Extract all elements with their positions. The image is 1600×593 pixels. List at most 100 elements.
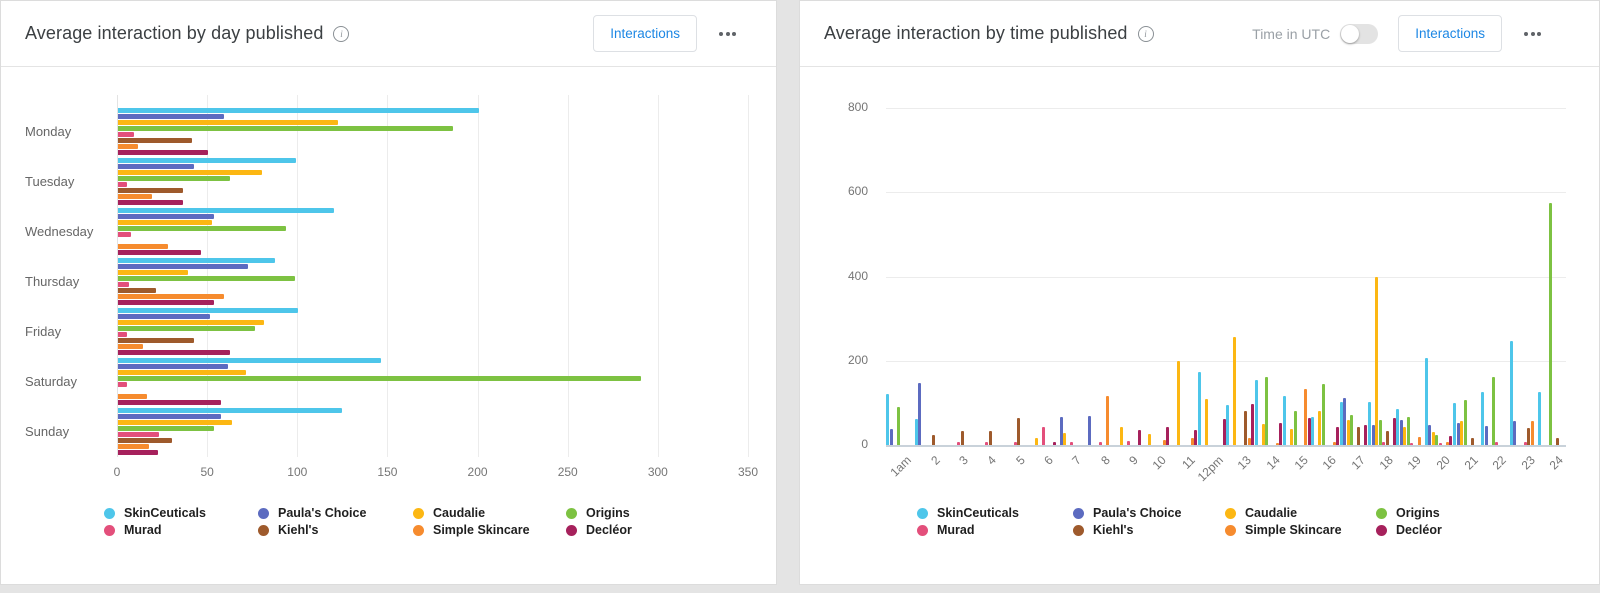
bar-origins [1406,416,1410,445]
bar-skinceuticals [118,358,382,363]
bar-origins [118,126,454,131]
bar-origins [1548,202,1552,445]
bar-murad [1098,442,1102,445]
bar-kiehl-s [1244,411,1247,445]
legend-item-decl-or[interactable]: Decléor [1376,522,1442,538]
bar-caudalie [1431,431,1435,445]
legend-item-skinceuticals[interactable]: SkinCeuticals [104,505,206,521]
bar-decl-or [1052,442,1056,445]
legend-swatch-icon [104,507,115,519]
bar-murad [118,432,160,437]
legend-item-simple-skincare[interactable]: Simple Skincare [413,522,530,538]
bar-paula-s-choice [118,264,248,269]
panel-time-published: Average interaction by time published i … [799,0,1600,585]
bar-simple-skincare [1445,441,1449,445]
bar-kiehl-s [960,430,964,445]
more-options-icon[interactable] [1522,28,1543,40]
bar-murad [118,132,135,137]
bar-simple-skincare [1304,388,1308,445]
bar-skinceuticals [1396,408,1400,445]
utc-toggle[interactable] [1340,23,1379,44]
bar-skinceuticals [118,158,297,163]
bar-skinceuticals [118,308,299,313]
bar-decl-or [118,150,209,155]
bar-murad [118,332,127,337]
info-icon[interactable]: i [333,25,350,42]
bar-murad [1127,440,1131,445]
bar-skinceuticals [1452,402,1456,445]
bar-decl-or [118,400,221,405]
gridline [477,95,479,457]
bar-kiehl-s [118,338,194,343]
legend-item-caudalie[interactable]: Caudalie [1225,505,1297,521]
bar-kiehl-s [1017,417,1021,445]
bar-origins [118,426,214,431]
legend-label: Caudalie [1245,506,1298,520]
legend-item-simple-skincare[interactable]: Simple Skincare [1225,522,1342,538]
bar-decl-or [1137,429,1141,445]
axis-tick-label: 200 [467,465,488,479]
bar-paula-s-choice [1428,425,1432,445]
legend-item-kiehl-s[interactable]: Kiehl's [1073,522,1134,538]
bar-simple-skincare [1105,396,1109,445]
bar-caudalie [118,220,212,225]
legend-item-paula-s-choice[interactable]: Paula's Choice [1073,505,1181,521]
bar-paula-s-choice [918,382,922,445]
gridline [657,95,659,457]
legend-item-murad[interactable]: Murad [917,522,975,538]
gridline [387,95,389,457]
bar-murad [1013,442,1017,445]
legend-item-origins[interactable]: Origins [566,505,630,521]
info-icon[interactable]: i [1137,25,1154,42]
gridline [886,445,1566,447]
axis-tick-label: 200 [847,352,868,367]
legend-swatch-icon [413,524,424,536]
legend-item-caudalie[interactable]: Caudalie [413,505,485,521]
bar-origins [1378,420,1382,445]
legend-item-paula-s-choice[interactable]: Paula's Choice [258,505,366,521]
interactions-button[interactable]: Interactions [1398,15,1502,52]
interactions-button[interactable]: Interactions [593,15,697,52]
bar-simple-skincare [118,344,144,349]
bar-simple-skincare [118,394,147,399]
axis-tick-label: 350 [737,465,759,479]
bar-caudalie [1176,360,1180,445]
panel-header: Average interaction by time published i … [800,1,1599,67]
bar-origins [1265,377,1269,445]
legend-item-decl-or[interactable]: Decléor [566,522,632,538]
bar-paula-s-choice [889,429,893,445]
bar-caudalie [118,420,232,425]
bar-paula-s-choice [118,364,228,369]
legend-item-skinceuticals[interactable]: SkinCeuticals [917,505,1019,521]
legend-label: Paula's Choice [278,506,367,520]
bar-caudalie [1375,276,1379,445]
legend-label: SkinCeuticals [937,506,1019,520]
bar-skinceuticals [118,108,479,113]
legend-swatch-icon [1376,507,1387,519]
legend-swatch-icon [1073,507,1084,519]
bar-skinceuticals [886,394,890,445]
bar-paula-s-choice [1059,416,1063,445]
legend-label: Simple Skincare [433,523,530,537]
legend-item-murad[interactable]: Murad [104,522,162,538]
bar-decl-or [118,350,230,355]
bar-murad [1382,441,1386,445]
bar-skinceuticals [118,258,275,263]
bar-decl-or [1279,422,1283,445]
bar-decl-or [1194,430,1198,445]
legend-label: Origins [586,506,630,520]
bar-simple-skincare [1275,442,1279,445]
bar-decl-or [118,200,183,205]
bar-skinceuticals [1424,357,1428,445]
legend-item-kiehl-s[interactable]: Kiehl's [258,522,319,538]
bar-paula-s-choice [1513,420,1517,445]
legend-item-origins[interactable]: Origins [1376,505,1440,521]
more-options-icon[interactable] [717,28,738,40]
legend-swatch-icon [1073,524,1084,536]
bar-murad [118,182,127,187]
bar-decl-or [1336,427,1340,445]
bar-paula-s-choice [1399,419,1403,445]
bar-kiehl-s [1527,428,1531,445]
category-label-thursday: Thursday [25,274,80,289]
bar-skinceuticals [914,419,918,445]
